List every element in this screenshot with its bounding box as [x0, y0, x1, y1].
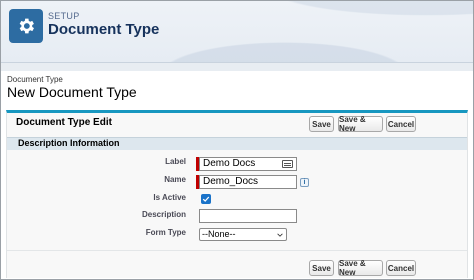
- page-title: New Document Type: [7, 84, 137, 100]
- section-title: Description Information: [18, 138, 120, 148]
- description-input[interactable]: [199, 209, 297, 223]
- bottom-divider: [7, 250, 467, 251]
- form-type-label: Form Type: [145, 228, 186, 237]
- lookup-icon[interactable]: [282, 160, 293, 168]
- name-input[interactable]: Demo_Docs: [199, 175, 297, 189]
- label-input[interactable]: Demo Docs: [199, 157, 297, 171]
- form-type-select[interactable]: --None--: [199, 228, 287, 241]
- form-type-selected: --None--: [202, 229, 236, 239]
- is-active-label: Is Active: [153, 193, 186, 202]
- cancel-button-bottom[interactable]: Cancel: [386, 260, 416, 276]
- checkmark-icon: [202, 196, 210, 202]
- chevron-down-icon: [277, 233, 283, 237]
- label-field-label: Label: [165, 157, 186, 166]
- edit-block: [6, 110, 468, 278]
- page-subtitle: Document Type: [7, 75, 63, 84]
- save-new-button-bottom[interactable]: Save & New: [338, 259, 383, 277]
- edit-block-title: Document Type Edit: [16, 117, 112, 128]
- header-gap: [1, 63, 473, 71]
- name-input-value: Demo_Docs: [203, 176, 259, 187]
- gear-icon: [9, 9, 43, 43]
- info-icon[interactable]: i: [300, 178, 309, 187]
- setup-label: SETUP: [48, 11, 80, 21]
- is-active-checkbox[interactable]: [201, 194, 211, 204]
- label-input-value: Demo Docs: [203, 158, 256, 169]
- name-field-label: Name: [164, 175, 186, 184]
- cancel-button-top[interactable]: Cancel: [386, 116, 416, 132]
- setup-title: Document Type: [48, 21, 160, 38]
- description-label: Description: [141, 210, 186, 219]
- save-button-top[interactable]: Save: [309, 116, 334, 132]
- save-button-bottom[interactable]: Save: [309, 260, 334, 276]
- save-new-button-top[interactable]: Save & New: [338, 115, 383, 133]
